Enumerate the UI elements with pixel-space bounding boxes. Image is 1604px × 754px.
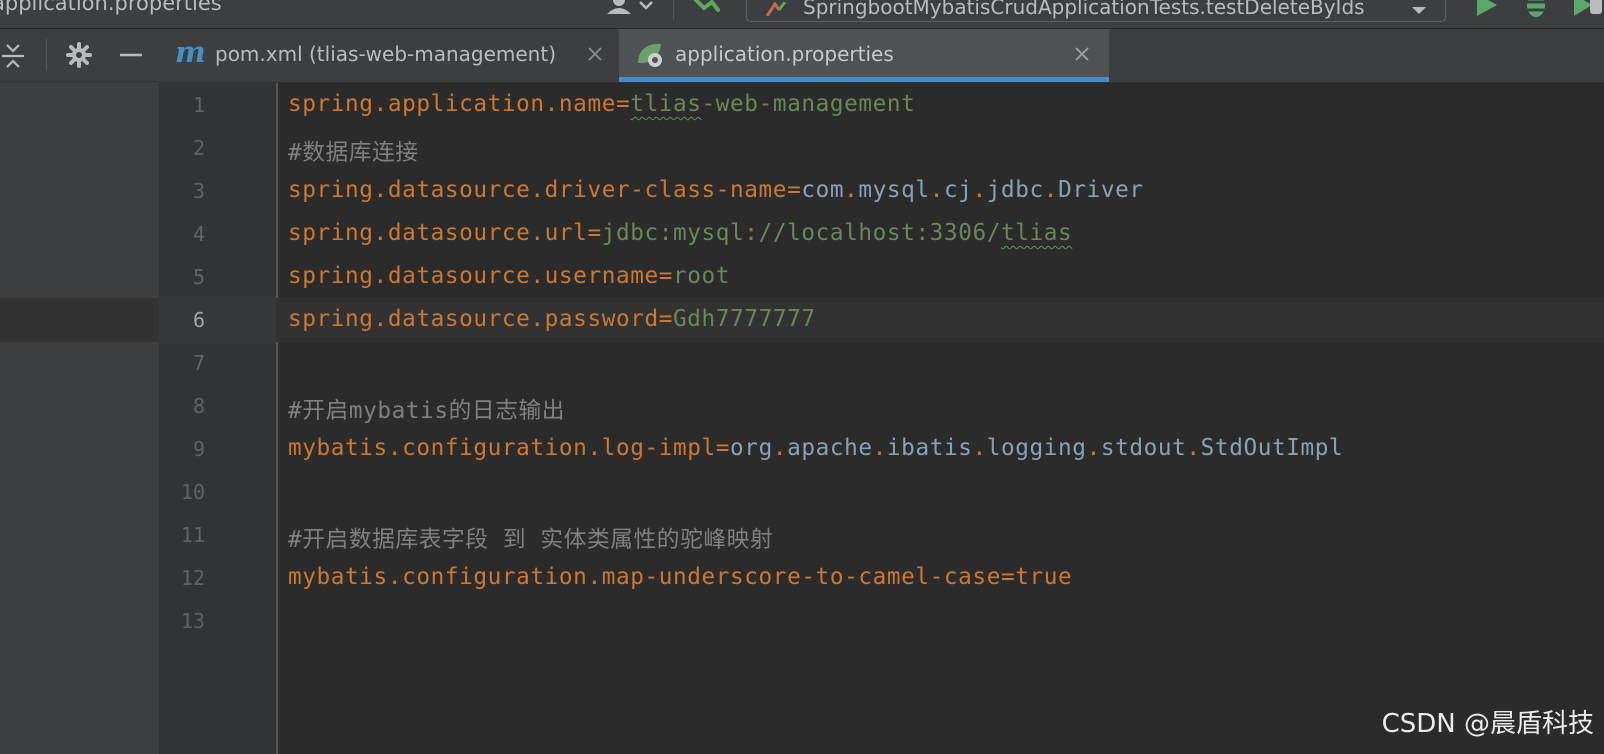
code-text: mybatis.configuration.log-impl=org.apach…	[288, 435, 1343, 461]
property-key: mybatis.configuration.map-underscore-to-…	[288, 564, 1001, 590]
tab-label: application.properties	[675, 42, 894, 66]
property-value: root	[673, 263, 731, 289]
main-toolbar: application.properties SpringbootMybatis…	[0, 0, 1604, 29]
code-text: spring.application.name=tlias-web-manage…	[288, 91, 915, 117]
line-number: 5	[192, 265, 205, 289]
code-line-1[interactable]: 1 spring.application.name=tlias-web-mana…	[0, 83, 1604, 127]
code-line-11[interactable]: 11 #开启数据库表字段 到 实体类属性的驼峰映射	[0, 513, 1604, 557]
property-value: Gdh7777777	[673, 306, 816, 332]
equals-sign: =	[615, 91, 631, 117]
tab-pom-xml[interactable]: m pom.xml (tlias-web-management)	[159, 29, 619, 82]
equals-sign: =	[715, 435, 731, 461]
gear-icon[interactable]	[66, 42, 92, 72]
line-number: 10	[180, 480, 205, 504]
property-key: mybatis.configuration.log-impl	[288, 435, 716, 461]
property-value: com.mysql.cj.jdbc.Driver	[801, 177, 1144, 203]
code-text: spring.datasource.url=jdbc:mysql://local…	[288, 220, 1072, 246]
code-text: mybatis.configuration.map-underscore-to-…	[288, 564, 1072, 590]
close-icon[interactable]	[587, 46, 603, 66]
maven-icon: m	[175, 35, 206, 69]
comment-text: #开启mybatis的日志输出	[288, 398, 566, 424]
property-key: spring.datasource.password	[288, 306, 659, 332]
property-key: spring.datasource.username	[288, 263, 659, 289]
code-line-13[interactable]: 13	[0, 599, 1604, 643]
equals-sign: =	[658, 263, 674, 289]
equals-sign: =	[1000, 564, 1016, 590]
run-icon[interactable]	[1473, 0, 1499, 22]
code-text: spring.datasource.driver-class-name=com.…	[288, 177, 1144, 203]
comment-text: #数据库连接	[288, 140, 419, 166]
line-number: 3	[192, 179, 205, 203]
run-configuration-selector[interactable]: SpringbootMybatisCrudApplicationTests.te…	[746, 0, 1446, 22]
comment-text: #开启数据库表字段 到 实体类属性的驼峰映射	[288, 527, 774, 553]
code-line-8[interactable]: 8 #开启mybatis的日志输出	[0, 384, 1604, 428]
line-number: 2	[192, 136, 205, 160]
equals-sign: =	[587, 220, 602, 246]
run-configuration-label: SpringbootMybatisCrudApplicationTests.te…	[803, 0, 1365, 19]
code-line-3[interactable]: 3 spring.datasource.driver-class-name=co…	[0, 169, 1604, 213]
code-text: spring.datasource.password=Gdh7777777	[288, 306, 816, 332]
property-value: true	[1015, 564, 1073, 590]
strip-separator	[46, 39, 47, 71]
tab-application-properties[interactable]: application.properties	[619, 29, 1109, 82]
property-key: spring.application.name	[288, 91, 616, 117]
line-number: 8	[192, 394, 205, 418]
equals-sign: =	[658, 306, 674, 332]
close-icon[interactable]	[1074, 46, 1090, 66]
property-key: spring.datasource.driver-class-name	[288, 177, 788, 203]
coverage-icon[interactable]	[1570, 0, 1604, 24]
line-number: 6	[192, 308, 205, 332]
code-line-12[interactable]: 12 mybatis.configuration.map-underscore-…	[0, 556, 1604, 600]
line-number: 12	[180, 566, 205, 590]
spring-test-icon	[765, 1, 791, 20]
spring-properties-icon	[635, 41, 665, 73]
debug-icon[interactable]	[1521, 0, 1551, 24]
code-line-6-current[interactable]: 6 spring.datasource.password=Gdh7777777	[0, 298, 1604, 342]
code-line-9[interactable]: 9 mybatis.configuration.log-impl=org.apa…	[0, 427, 1604, 471]
line-number: 1	[192, 93, 205, 117]
property-key: spring.datasource.url	[288, 220, 588, 246]
property-value: org.apache.ibatis.logging.stdout.StdOutI…	[730, 435, 1344, 461]
line-number: 4	[192, 222, 205, 246]
collapse-all-icon[interactable]	[2, 43, 26, 73]
line-number: 13	[180, 609, 205, 633]
line-number: 7	[192, 351, 205, 375]
line-number: 9	[192, 437, 205, 461]
active-tab-indicator	[619, 77, 1109, 82]
property-value: tlias-web-management	[630, 91, 916, 117]
code-line-5[interactable]: 5 spring.datasource.username=root	[0, 255, 1604, 299]
line-number: 11	[180, 523, 205, 547]
user-icon[interactable]	[606, 0, 660, 20]
equals-sign: =	[787, 177, 802, 203]
code-line-2[interactable]: 2 #数据库连接	[0, 126, 1604, 170]
code-text: spring.datasource.username=root	[288, 263, 730, 289]
code-line-10[interactable]: 10	[0, 470, 1604, 514]
watermark: CSDN @晨盾科技	[1381, 709, 1594, 739]
tab-label: pom.xml (tlias-web-management)	[215, 42, 557, 66]
editor-tab-bar: m pom.xml (tlias-web-management) applica…	[159, 29, 1604, 83]
property-value: jdbc:mysql://localhost:3306/tlias	[601, 220, 1073, 246]
toolbar-separator	[673, 0, 674, 20]
minimize-icon[interactable]	[120, 42, 144, 72]
code-line-7[interactable]: 7	[0, 341, 1604, 385]
breadcrumb-file[interactable]: application.properties	[0, 0, 222, 15]
hammer-icon[interactable]	[688, 0, 722, 20]
chevron-down-icon[interactable]	[1411, 1, 1427, 20]
panel-tools	[0, 29, 159, 82]
code-line-4[interactable]: 4 spring.datasource.url=jdbc:mysql://loc…	[0, 212, 1604, 256]
